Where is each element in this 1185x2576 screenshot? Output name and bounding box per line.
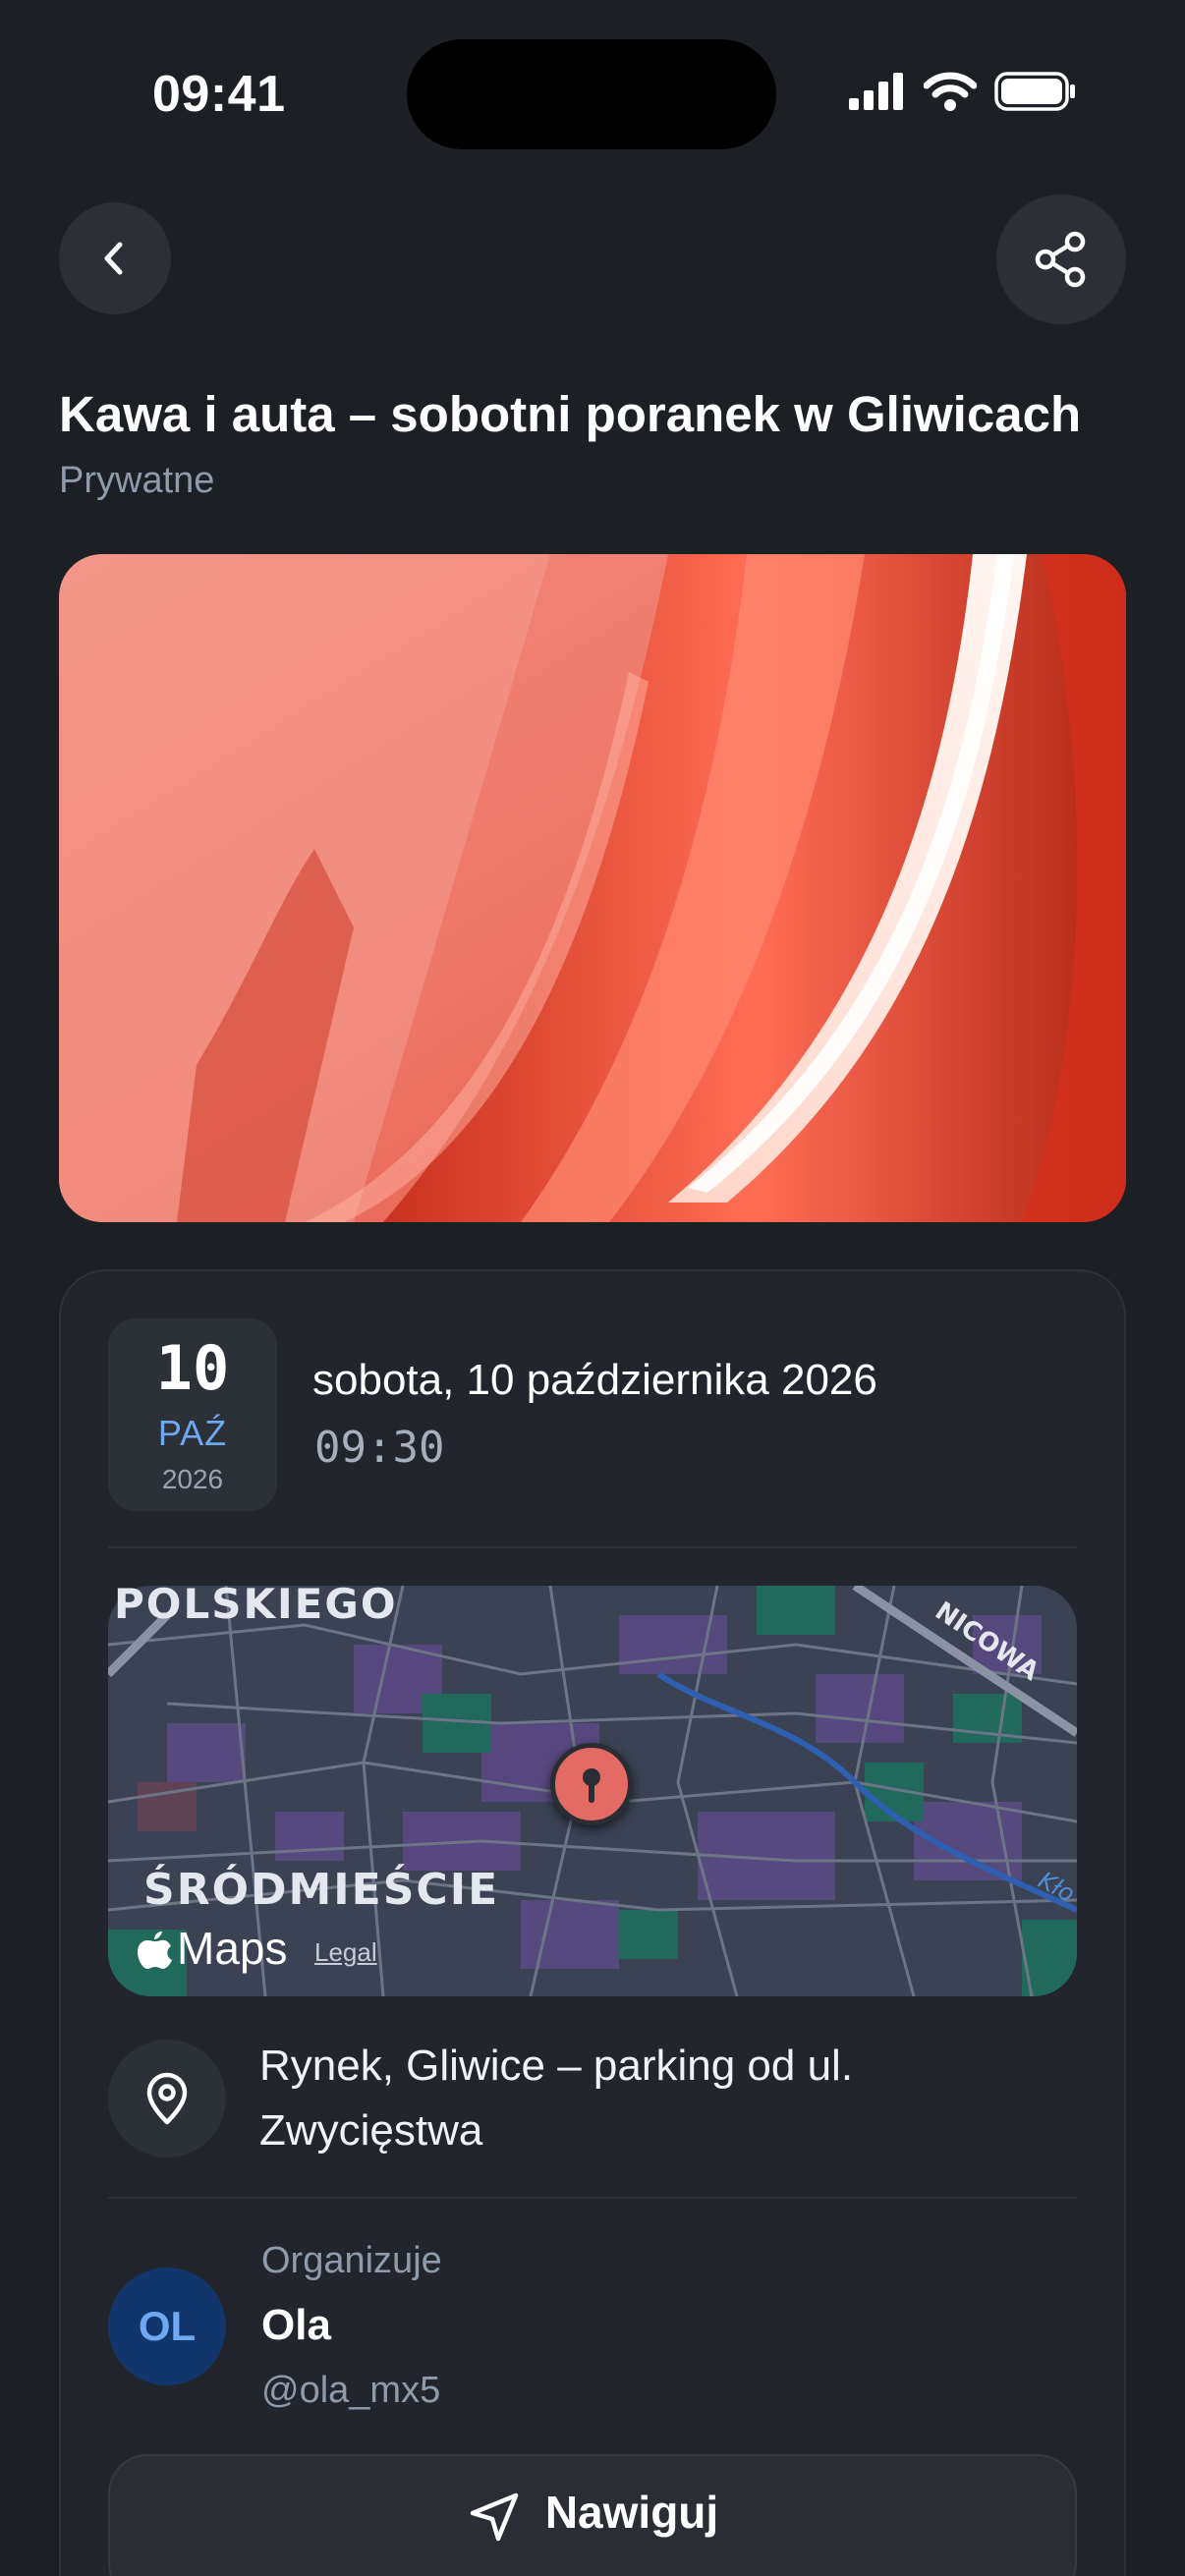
event-cover-image	[59, 554, 1126, 1222]
map-area-label: POLSKIEGO	[114, 1580, 398, 1628]
date-day: 10	[155, 1332, 230, 1404]
event-address[interactable]: Rynek, Gliwice – parking od ul. Zwycięst…	[259, 2034, 1065, 2163]
event-time: 09:30	[314, 1423, 445, 1473]
event-date: sobota, 10 października 2026	[312, 1356, 877, 1404]
maps-logo: Maps	[138, 1922, 287, 1975]
date-year: 2026	[161, 1464, 224, 1494]
divider	[108, 1546, 1077, 1548]
organizer-name[interactable]: Ola	[261, 2301, 331, 2350]
navigate-label: Nawiguj	[544, 2487, 719, 2538]
battery-icon	[994, 72, 1075, 111]
back-button[interactable]	[59, 202, 171, 314]
share-button[interactable]	[996, 195, 1126, 324]
navigate-button[interactable]: Nawiguj	[108, 2454, 1077, 2576]
status-icons	[847, 71, 1077, 112]
status-time: 09:41	[152, 66, 286, 123]
chevron-left-icon	[104, 242, 123, 275]
share-icon	[1035, 231, 1086, 288]
map-pin-icon	[550, 1743, 633, 1825]
event-details-screen: 09:41 Kawa i auta – sobotni poranek w Gl…	[0, 0, 1185, 2576]
apple-logo-icon	[138, 1932, 172, 1969]
wifi-icon	[924, 72, 977, 111]
location-icon-wrapper	[108, 2040, 226, 2157]
signal-icon	[849, 73, 903, 110]
event-title: Kawa i auta – sobotni poranek w Gliwicac…	[59, 386, 1082, 442]
date-badge: 10 PAŹ 2026	[108, 1318, 277, 1511]
organizer-avatar[interactable]: OL	[108, 2268, 226, 2385]
dynamic-island	[407, 39, 776, 149]
event-visibility: Prywatne	[59, 460, 215, 501]
location-pin-icon	[146, 2072, 188, 2125]
divider	[108, 2197, 1077, 2199]
date-month: PAŹ	[157, 1413, 228, 1453]
maps-label: Maps	[177, 1923, 288, 1974]
map-district-label: ŚRÓDMIEŚCIE	[143, 1865, 500, 1915]
navigation-arrow-icon	[470, 2492, 519, 2542]
maps-legal-link[interactable]: Legal	[314, 1937, 377, 1968]
organizer-handle: @ola_mx5	[261, 2370, 441, 2411]
avatar-initials: OL	[138, 2303, 197, 2349]
organizer-label: Organizuje	[261, 2240, 442, 2281]
